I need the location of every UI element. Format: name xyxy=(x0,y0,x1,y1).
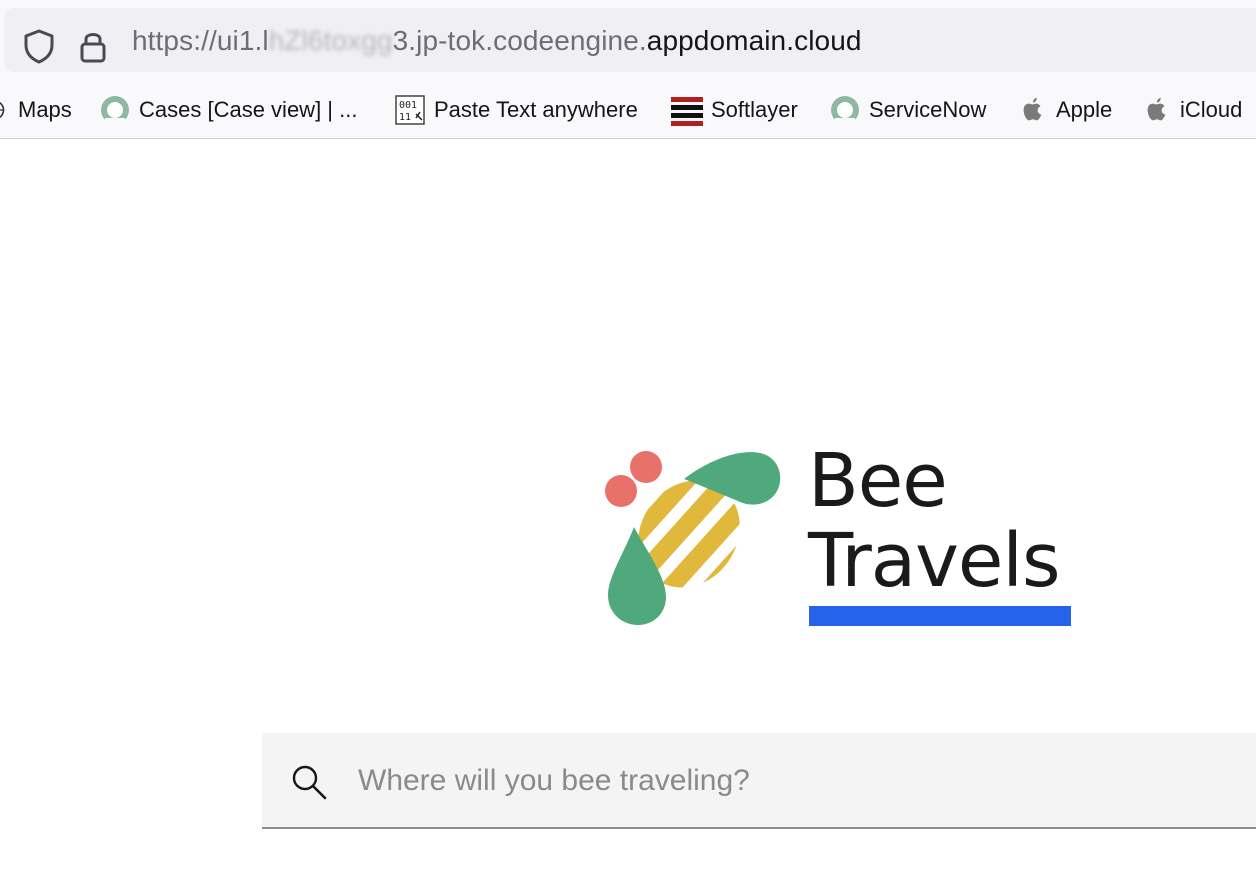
servicenow-icon xyxy=(101,96,129,124)
page-content: Bee Travels xyxy=(0,139,1256,896)
bookmark-label: Maps xyxy=(18,97,72,122)
bookmark-maps[interactable]: Maps xyxy=(0,88,72,132)
bookmark-apple[interactable]: Apple xyxy=(1018,88,1112,132)
globe-icon xyxy=(0,101,5,119)
url-middle: 3.jp-tok.codeengine. xyxy=(392,25,647,56)
url-redacted: hZl6toxgg xyxy=(268,25,393,56)
servicenow-icon xyxy=(831,96,859,124)
brand-underline xyxy=(809,606,1071,626)
shield-icon[interactable] xyxy=(22,28,56,64)
destination-search-input[interactable] xyxy=(358,759,1238,803)
url-prefix: https://ui1.l xyxy=(132,25,269,56)
bookmark-softlayer[interactable]: Softlayer xyxy=(671,88,798,132)
bookmark-label: Softlayer xyxy=(711,97,798,122)
address-bar[interactable]: https://ui1.lhZl6toxgg3.jp-tok.codeengin… xyxy=(4,8,1256,72)
bookmark-paste-text[interactable]: 001 11 Paste Text anywhere xyxy=(394,88,638,132)
lock-icon[interactable] xyxy=(76,28,110,64)
bookmark-label: Apple xyxy=(1056,97,1113,122)
brand-name-line1: Bee xyxy=(808,438,948,524)
bookmark-label: ServiceNow xyxy=(869,97,987,122)
bookmarks-toolbar: Maps Cases [Case view] | ... 001 11 Past… xyxy=(0,88,1256,132)
softlayer-icon xyxy=(671,97,703,126)
search-icon[interactable] xyxy=(290,763,328,801)
url-text[interactable]: https://ui1.lhZl6toxgg3.jp-tok.codeengin… xyxy=(132,21,862,61)
apple-icon xyxy=(1147,97,1166,121)
bookmark-label: Cases [Case view] | ... xyxy=(139,97,358,122)
url-domain: appdomain.cloud xyxy=(646,25,862,56)
apple-icon xyxy=(1023,97,1042,121)
bookmark-icloud[interactable]: iCloud xyxy=(1142,88,1242,132)
brand-name-line2: Travels xyxy=(808,518,1061,604)
browser-chrome: https://ui1.lhZl6toxgg3.jp-tok.codeengin… xyxy=(0,0,1256,139)
bookmark-label: Paste Text anywhere xyxy=(434,97,638,122)
binary-icon: 001 11 xyxy=(395,95,425,125)
svg-text:11: 11 xyxy=(399,112,411,123)
bookmark-label: iCloud xyxy=(1180,97,1243,122)
bee-logo-icon xyxy=(605,451,781,625)
svg-text:001: 001 xyxy=(399,100,417,111)
bookmark-servicenow[interactable]: ServiceNow xyxy=(829,88,986,132)
bookmark-cases[interactable]: Cases [Case view] | ... xyxy=(99,88,357,132)
